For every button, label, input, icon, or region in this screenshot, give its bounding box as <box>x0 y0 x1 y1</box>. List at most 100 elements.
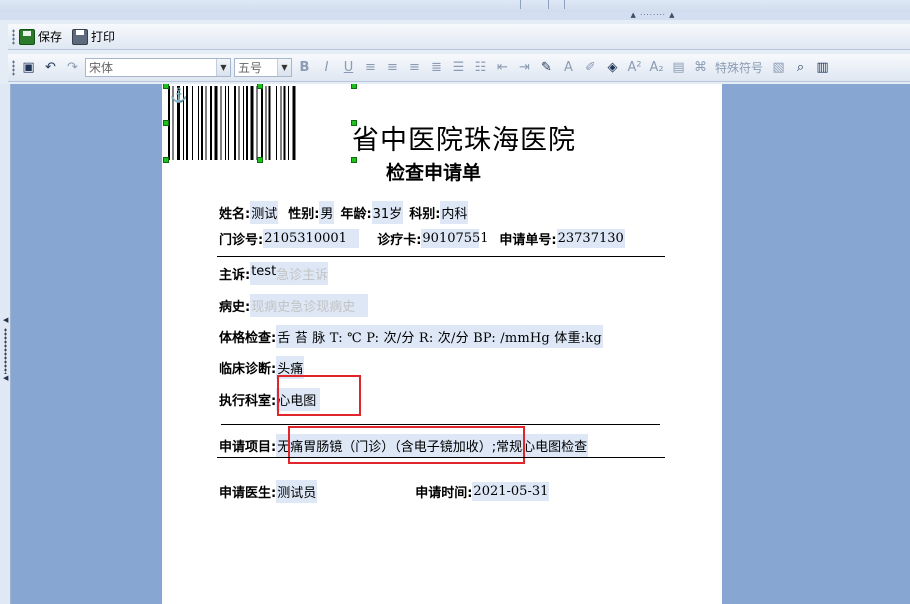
exam-row: 体格检查: 舌 苔 脉 T: ℃ P: 次/分 R: 次/分 BP: /mmHg… <box>219 325 603 348</box>
exam-field[interactable]: 舌 苔 脉 T: ℃ P: 次/分 R: 次/分 BP: /mmHg 体重:kg <box>276 325 603 348</box>
fill-color-button[interactable]: ◈ <box>603 59 622 77</box>
align-center-icon: ≡ <box>387 60 398 75</box>
dept-field[interactable]: 内科 <box>440 201 469 224</box>
font-size-select[interactable]: 五号 ▼ <box>234 58 292 77</box>
collapse-left-icon[interactable]: ◀ <box>3 374 8 382</box>
superscript-icon: A² <box>627 60 642 75</box>
resize-handle[interactable] <box>351 84 357 89</box>
top-divider <box>520 0 521 9</box>
save-doc-button[interactable]: ▣ <box>19 59 38 77</box>
outpatient-no-field[interactable]: 2105310001 <box>263 229 360 248</box>
age-label: 年龄: <box>340 207 372 222</box>
complaint-label: 主诉: <box>219 268 251 283</box>
align-right-button[interactable]: ≡ <box>405 59 424 77</box>
barcode-bar <box>234 86 236 160</box>
complaint-value: test <box>251 264 277 279</box>
splitter[interactable] <box>0 12 910 20</box>
main-toolbar: 保存 打印 <box>8 24 910 50</box>
undo-button[interactable]: ↶ <box>41 59 60 77</box>
barcode-bar <box>243 86 244 160</box>
exec-dept-label: 执行科室: <box>219 394 277 409</box>
print-button[interactable]: 打印 <box>72 28 115 45</box>
align-right-icon: ≡ <box>409 60 420 75</box>
resize-handle[interactable] <box>257 84 263 89</box>
hospital-name: 省中医院珠海医院 <box>352 125 576 156</box>
format-painter-button[interactable]: ✎ <box>537 59 556 77</box>
barcode-bar <box>238 86 240 160</box>
outpatient-no-label: 门诊号: <box>219 233 264 248</box>
history-row: 病史: 现病史急诊现病史 <box>219 294 369 317</box>
undo-icon: ↶ <box>45 60 56 75</box>
font-color-button[interactable]: A <box>559 59 578 77</box>
font-name-select[interactable]: 宋体 ▼ <box>85 58 231 77</box>
underline-icon: U <box>343 60 354 75</box>
highlight-button[interactable]: ✐ <box>581 59 600 77</box>
symbol-icon: ⌘ <box>694 60 707 75</box>
insert-image-button[interactable]: ▧ <box>769 59 788 77</box>
toolbar-grip[interactable] <box>12 28 15 45</box>
save-button[interactable]: 保存 <box>19 28 62 45</box>
superscript-button[interactable]: A² <box>625 59 644 77</box>
resize-handle[interactable] <box>257 157 263 163</box>
justify-button[interactable]: ≣ <box>427 59 446 77</box>
indent-button[interactable]: ⇥ <box>515 59 534 77</box>
align-center-button[interactable]: ≡ <box>383 59 402 77</box>
barcode-bar <box>198 86 199 160</box>
outdent-icon: ⇤ <box>497 60 508 75</box>
collapse-left-icon[interactable]: ◀ <box>3 316 8 324</box>
search-icon: ⌕ <box>796 60 805 75</box>
justify-icon: ≣ <box>431 60 442 75</box>
brush-icon: ✎ <box>541 60 552 75</box>
paint-bucket-icon: ◈ <box>607 60 618 75</box>
resize-handle[interactable] <box>163 157 169 163</box>
patient-id-row: 门诊号: 2105310001 诊疗卡: 90107551 申请单号: 2373… <box>219 229 625 248</box>
card-field[interactable]: 90107551 <box>421 229 489 248</box>
underline-button[interactable]: U <box>339 59 358 77</box>
special-symbol-icon-button[interactable]: ⌘ <box>691 59 710 77</box>
complaint-row: 主诉: test 急诊主诉 <box>219 262 329 285</box>
splitter-grip-icon[interactable]: ▲ ········ ▲ <box>626 12 680 19</box>
text-box-button[interactable]: ▤ <box>669 59 688 77</box>
resize-handle[interactable] <box>163 84 169 89</box>
complaint-field[interactable]: test 急诊主诉 <box>250 262 329 285</box>
diagnosis-label: 临床诊断: <box>219 362 277 377</box>
bold-button[interactable]: B <box>295 59 314 77</box>
barcode-bar <box>288 86 289 160</box>
divider-line <box>221 424 660 425</box>
special-symbols-button[interactable]: 特殊符号 <box>715 59 763 76</box>
redo-button[interactable]: ↷ <box>63 59 82 77</box>
italic-button[interactable]: I <box>317 59 336 77</box>
align-left-icon: ≡ <box>365 60 376 75</box>
document-page[interactable]: ⚓ 省中医院珠海医院 检查申请单 姓名: 测试 性别: 男 年龄: 31岁 科别… <box>162 84 722 604</box>
bullet-list-button[interactable]: ☰ <box>449 59 468 77</box>
toolbar-grip[interactable] <box>12 59 15 76</box>
numbered-list-icon: ☷ <box>474 60 487 75</box>
more-button[interactable]: ▥ <box>813 59 832 77</box>
anchor-icon[interactable]: ⚓ <box>170 88 187 104</box>
outdent-button[interactable]: ⇤ <box>493 59 512 77</box>
patient-info-row: 姓名: 测试 性别: 男 年龄: 31岁 科别: 内科 <box>219 201 469 224</box>
age-field[interactable]: 31岁 <box>371 201 404 224</box>
time-field[interactable]: 2021-05-31 <box>472 482 550 501</box>
numbered-list-button[interactable]: ☷ <box>471 59 490 77</box>
barcode-bar <box>276 86 277 160</box>
divider-line <box>217 457 665 458</box>
request-no-field[interactable]: 23737130 <box>556 229 625 248</box>
gender-field[interactable]: 男 <box>319 201 335 224</box>
subscript-button[interactable]: A₂ <box>647 59 666 77</box>
history-field[interactable]: 现病史急诊现病史 <box>250 294 369 317</box>
align-left-button[interactable]: ≡ <box>361 59 380 77</box>
barcode-image[interactable]: ⚓ <box>163 84 357 163</box>
doctor-field[interactable]: 测试员 <box>276 480 318 503</box>
resize-handle[interactable] <box>351 157 357 163</box>
overflow-icon: ▥ <box>816 60 829 75</box>
barcode-graphic <box>168 86 296 160</box>
chevron-down-icon: ▼ <box>277 59 291 76</box>
resize-handle[interactable] <box>163 120 169 126</box>
find-button[interactable]: ⌕ <box>791 59 810 77</box>
panel-grip[interactable] <box>4 328 7 374</box>
left-collapse-panel[interactable]: ◀ ◀ <box>0 84 11 604</box>
history-label: 病史: <box>219 300 251 315</box>
barcode-bar <box>268 86 271 160</box>
name-field[interactable]: 测试 <box>250 201 279 224</box>
